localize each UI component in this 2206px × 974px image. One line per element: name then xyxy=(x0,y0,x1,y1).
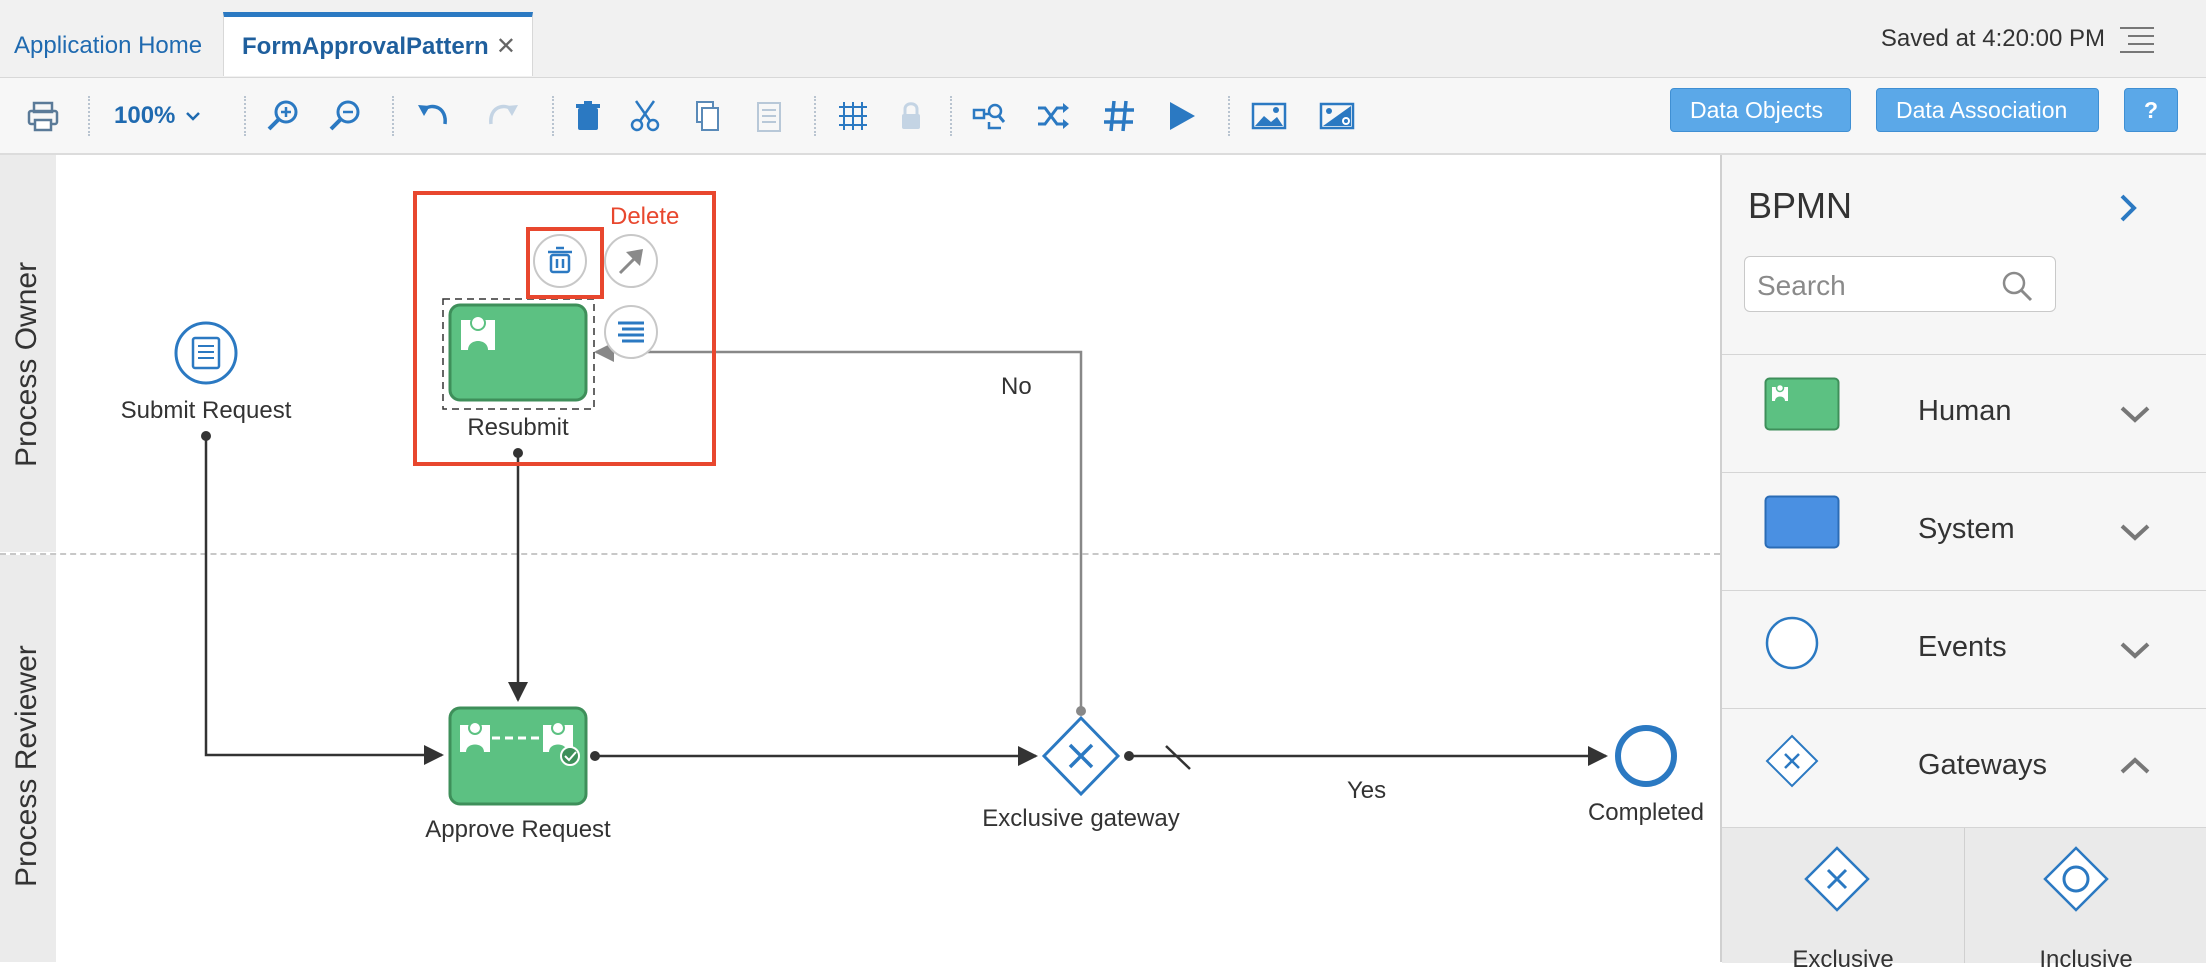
shuffle-icon[interactable] xyxy=(1030,93,1076,139)
bpmn-palette: BPMN Human System Events xyxy=(1720,155,2206,973)
end-event-completed[interactable] xyxy=(1615,725,1677,787)
undo-icon[interactable] xyxy=(410,93,456,139)
chevron-down-icon xyxy=(2120,524,2150,541)
toolbar-separator xyxy=(88,96,90,136)
tab-label: Application Home xyxy=(14,31,203,59)
palette-category-gateways[interactable]: Gateways xyxy=(1722,708,2206,827)
zoom-out-icon[interactable] xyxy=(322,93,368,139)
button-label: ? xyxy=(2143,96,2159,123)
toolbar-separator xyxy=(552,96,554,136)
delete-icon[interactable] xyxy=(565,93,611,139)
copy-icon[interactable] xyxy=(684,93,730,139)
human-task-icon xyxy=(1764,377,1840,431)
category-label: System xyxy=(1918,513,2015,545)
tab-form-approval-pattern[interactable]: FormApprovalPattern ✕ xyxy=(223,12,533,76)
check-badge-icon xyxy=(560,746,580,766)
event-circle-icon xyxy=(1765,616,1819,670)
play-icon[interactable] xyxy=(1158,93,1204,139)
node-label-exclusive-gateway: Exclusive gateway xyxy=(982,805,1180,832)
category-label: Gateways xyxy=(1918,749,2047,781)
system-task-icon xyxy=(1764,495,1840,549)
chevron-down-icon xyxy=(186,112,201,121)
human-task-resubmit[interactable] xyxy=(448,303,588,402)
zoom-value: 100% xyxy=(114,102,176,129)
palette-category-system[interactable]: System xyxy=(1722,472,2206,591)
palette-category-events[interactable]: Events xyxy=(1722,590,2206,709)
palette-category-human[interactable]: Human xyxy=(1722,354,2206,473)
chevron-down-icon xyxy=(2120,406,2150,423)
chevron-down-icon xyxy=(2120,642,2150,659)
search-icon[interactable] xyxy=(2001,270,2033,302)
delete-tooltip: Delete xyxy=(610,203,680,230)
palette-search-box[interactable] xyxy=(1744,256,2056,312)
exclusive-gateway[interactable] xyxy=(1041,715,1121,797)
flow-label-yes: Yes xyxy=(1347,777,1387,804)
flow-gateway-yes-to-completed[interactable] xyxy=(1124,745,1608,770)
palette-item-exclusive-gateway[interactable]: Exclusive xyxy=(1722,828,1965,973)
category-label: Events xyxy=(1918,631,2007,663)
chevron-up-icon xyxy=(2120,757,2150,774)
cut-icon[interactable] xyxy=(622,93,668,139)
validate-icon[interactable] xyxy=(966,93,1012,139)
zoom-in-icon[interactable] xyxy=(260,93,306,139)
node-label-resubmit: Resubmit xyxy=(467,414,569,441)
category-label: Human xyxy=(1918,395,2012,427)
flow-gateway-no-to-resubmit[interactable] xyxy=(594,342,1086,716)
redo-icon[interactable] xyxy=(480,93,526,139)
gateway-diamond-icon xyxy=(1765,734,1819,788)
toolbar: 100% Data Objects Data Association ? xyxy=(0,78,2206,155)
palette-search-input[interactable] xyxy=(1755,267,1999,305)
save-status: Saved at 4:20:00 PM xyxy=(1880,25,2105,52)
close-icon[interactable]: ✕ xyxy=(496,32,516,61)
process-canvas[interactable]: Process Owner Process Reviewer Submit Re… xyxy=(0,155,1720,962)
palette-item-label: Exclusive xyxy=(1792,946,1894,973)
image-settings-icon[interactable] xyxy=(1314,93,1360,139)
exclusive-gateway-icon xyxy=(1804,846,1870,912)
palette-item-inclusive-gateway[interactable]: Inclusive xyxy=(1965,828,2206,973)
help-button[interactable]: ? xyxy=(2124,88,2178,132)
printer-icon[interactable] xyxy=(20,93,66,139)
flow-label-no: No xyxy=(1001,373,1032,400)
image-icon[interactable] xyxy=(1246,93,1292,139)
grid-icon[interactable] xyxy=(830,93,876,139)
tab-application-home[interactable]: Application Home xyxy=(14,14,202,77)
palette-title: BPMN xyxy=(1748,185,1853,226)
data-association-button[interactable]: Data Association xyxy=(1876,88,2099,132)
gateway-items: Exclusive Inclusive xyxy=(1722,827,2206,973)
start-event-submit-request[interactable] xyxy=(174,321,238,385)
flow-submit-to-approve[interactable] xyxy=(201,431,444,765)
node-label-submit-request: Submit Request xyxy=(120,397,292,424)
button-label: Data Objects xyxy=(1690,96,1823,123)
tab-label: FormApprovalPattern xyxy=(242,32,489,60)
data-objects-button[interactable]: Data Objects xyxy=(1670,88,1851,132)
button-label: Data Association xyxy=(1896,96,2068,123)
human-task-approve-request[interactable] xyxy=(448,706,588,806)
toolbar-separator xyxy=(244,96,246,136)
node-label-completed: Completed xyxy=(1587,799,1705,826)
properties-menu-icon[interactable] xyxy=(604,305,658,359)
hash-icon[interactable] xyxy=(1096,93,1142,139)
tab-bar: Application Home FormApprovalPattern ✕ S… xyxy=(0,0,2206,78)
hamburger-menu-icon[interactable] xyxy=(2120,26,2154,54)
node-label-approve-request: Approve Request xyxy=(425,816,611,843)
connect-arrow-icon[interactable] xyxy=(604,234,658,288)
zoom-select[interactable]: 100% xyxy=(114,100,201,132)
toolbar-separator xyxy=(814,96,816,136)
chevron-right-icon[interactable] xyxy=(2114,191,2142,225)
lock-icon[interactable] xyxy=(888,93,934,139)
flow-approve-to-gateway[interactable] xyxy=(590,746,1038,766)
user-icon xyxy=(461,315,495,350)
inclusive-gateway-icon xyxy=(2043,846,2109,912)
palette-item-label: Inclusive xyxy=(2039,946,2133,973)
toolbar-separator xyxy=(950,96,952,136)
paste-icon[interactable] xyxy=(746,93,792,139)
diagram xyxy=(174,191,1677,806)
flow-resubmit-to-approve[interactable] xyxy=(508,448,528,702)
toolbar-separator xyxy=(1228,96,1230,136)
trash-icon[interactable] xyxy=(533,234,587,288)
toolbar-separator xyxy=(392,96,394,136)
